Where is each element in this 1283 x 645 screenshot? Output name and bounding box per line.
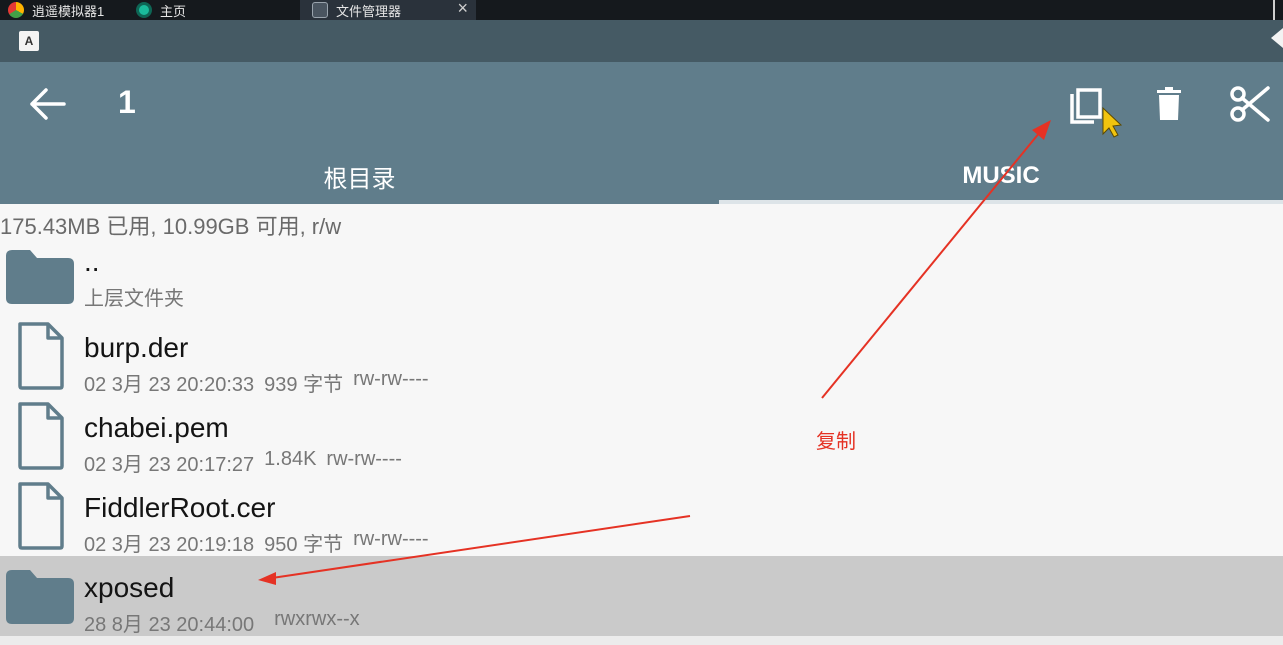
home-app-icon <box>136 2 152 18</box>
app-toolbar: 1 根目录 MUSIC <box>0 62 1283 204</box>
file-meta: 02 3月 23 20:20:33 939 字节 rw-rw---- <box>84 368 439 397</box>
file-size: 950 字节 <box>264 534 344 556</box>
file-name: FiddlerRoot.cer <box>84 492 276 523</box>
arrow-left-icon <box>30 88 66 120</box>
annotation-label-copy: 复制 <box>816 431 856 453</box>
back-button[interactable] <box>24 84 70 124</box>
file-meta: 02 3月 23 20:19:18 950 字节 rw-rw---- <box>84 528 439 557</box>
list-item-parent-folder[interactable]: .. 上层文件夹 <box>0 236 1283 316</box>
cut-button[interactable] <box>1226 80 1274 128</box>
folder-icon <box>6 250 74 304</box>
file-permissions: rw-rw---- <box>353 528 429 550</box>
file-icon <box>18 482 64 550</box>
file-permissions: rw-rw---- <box>353 368 429 390</box>
file-meta: 02 3月 23 20:17:27 1.84K rw-rw---- <box>84 448 412 477</box>
tab-emulator[interactable]: 逍遥模拟器1 <box>8 0 104 20</box>
tab-home-label: 主页 <box>160 3 187 19</box>
file-size: 1.84K <box>264 448 317 470</box>
file-meta: 上层文件夹 <box>84 282 194 311</box>
file-name: burp.der <box>84 332 189 363</box>
file-meta: 28 8月 23 20:44:00 rwxrwx--x <box>84 608 370 637</box>
scissors-icon <box>1230 86 1270 122</box>
list-divider <box>0 636 1283 645</box>
file-name: .. <box>84 246 100 277</box>
emulator-logo-icon <box>8 2 24 18</box>
notification-app-icon: A <box>19 31 39 51</box>
file-size: 939 字节 <box>264 374 344 396</box>
list-item-folder-selected[interactable]: xposed 28 8月 23 20:44:00 rwxrwx--x <box>0 556 1283 636</box>
tab-emulator-label: 逍遥模拟器1 <box>32 3 105 19</box>
list-item-file[interactable]: chabei.pem 02 3月 23 20:17:27 1.84K rw-rw… <box>0 396 1283 476</box>
parent-folder-label: 上层文件夹 <box>84 288 184 310</box>
active-tab-indicator <box>719 200 1283 204</box>
file-manager-app-icon <box>312 2 328 18</box>
file-date: 02 3月 23 20:17:27 <box>84 454 255 476</box>
delete-icon <box>1157 87 1181 120</box>
tab-file-manager[interactable]: 文件管理器 × <box>300 0 476 20</box>
close-icon[interactable]: × <box>457 0 468 17</box>
status-bar: A <box>0 20 1283 62</box>
copy-button[interactable] <box>1064 80 1112 128</box>
tab-home[interactable]: 主页 <box>136 0 186 20</box>
window-corner-icon <box>1273 0 1283 20</box>
file-date: 28 8月 23 20:44:00 <box>84 614 255 636</box>
file-icon <box>18 402 64 470</box>
file-icon <box>18 322 64 390</box>
tab-root-directory[interactable]: 根目录 <box>0 148 719 204</box>
file-date: 02 3月 23 20:19:18 <box>84 534 255 556</box>
delete-button[interactable] <box>1145 80 1193 128</box>
tab-music[interactable]: MUSIC <box>719 148 1283 204</box>
selection-count: 1 <box>118 84 136 120</box>
signal-icon <box>1271 28 1283 48</box>
copy-icon <box>1070 88 1102 124</box>
file-permissions: rw-rw---- <box>326 448 402 470</box>
folder-icon <box>6 570 74 624</box>
list-item-file[interactable]: FiddlerRoot.cer 02 3月 23 20:19:18 950 字节… <box>0 476 1283 556</box>
file-name: chabei.pem <box>84 412 229 443</box>
file-date: 02 3月 23 20:20:33 <box>84 374 255 396</box>
list-item-file[interactable]: burp.der 02 3月 23 20:20:33 939 字节 rw-rw-… <box>0 316 1283 396</box>
emulator-tab-bar: 逍遥模拟器1 主页 文件管理器 × <box>0 0 1283 20</box>
tab-file-manager-label: 文件管理器 <box>336 3 402 19</box>
file-permissions: rwxrwx--x <box>274 608 360 630</box>
file-name: xposed <box>84 572 175 603</box>
